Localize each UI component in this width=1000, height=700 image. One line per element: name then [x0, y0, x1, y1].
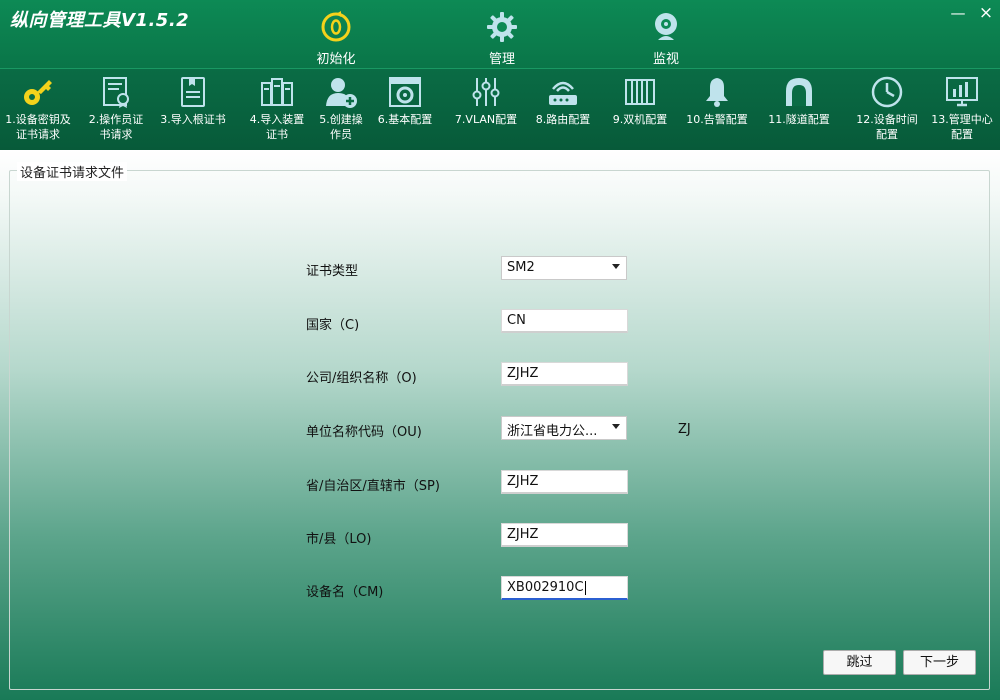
tool-label-line1: 4.导入装置 — [249, 113, 305, 126]
tool-label-line1: 13.管理中心 — [931, 113, 993, 126]
tool-label-line2: 作员 — [330, 128, 352, 141]
tool-vlan-config[interactable]: 7.VLAN配置 — [448, 75, 524, 127]
minimize-button[interactable]: — — [948, 4, 968, 22]
bell-icon — [700, 75, 734, 109]
key-icon — [21, 75, 55, 109]
tool-label-line1: 3.导入根证书 — [160, 113, 226, 126]
org-unit-value: 浙江省电力公... — [507, 424, 598, 439]
org-label: 公司/组织名称（O) — [306, 371, 417, 386]
province-label: 省/自治区/直辖市（SP) — [306, 479, 440, 494]
tool-label-line1: 7.VLAN配置 — [454, 113, 518, 126]
document-icon — [176, 75, 210, 109]
init-icon — [319, 10, 353, 44]
skip-button[interactable]: 跳过 — [823, 650, 896, 675]
tool-management-center-config[interactable]: 13.管理中心 配置 — [924, 75, 1000, 142]
next-button[interactable]: 下一步 — [903, 650, 976, 675]
mode-init-label: 初始化 — [316, 52, 356, 67]
cert-type-value: SM2 — [507, 260, 535, 275]
tool-label-line1: 11.隧道配置 — [768, 113, 830, 126]
chevron-down-icon — [612, 424, 620, 429]
certificate-icon — [99, 75, 133, 109]
text-cursor — [584, 580, 586, 595]
province-field[interactable]: ZJHZ — [501, 470, 628, 494]
tool-label-line2: 证书请求 — [16, 128, 60, 141]
tool-basic-config[interactable]: 6.基本配置 — [372, 75, 438, 127]
cert-type-select[interactable]: SM2 — [501, 256, 627, 280]
mode-manage-label: 管理 — [488, 52, 515, 67]
radiator-icon — [623, 75, 657, 109]
clock-icon — [870, 75, 904, 109]
org-unit-select[interactable]: 浙江省电力公... — [501, 416, 627, 440]
tool-label-line1: 5.创建操 — [319, 113, 363, 126]
tool-label-line1: 12.设备时间 — [856, 113, 918, 126]
device-name-value: XB002910C — [507, 580, 584, 595]
tool-import-root-cert[interactable]: 3.导入根证书 — [154, 75, 232, 127]
device-name-label: 设备名（CM) — [306, 585, 384, 600]
toolbar: 1.设备密钥及 证书请求 2.操作员证 书请求 3.导入根证书 4.导入装置 证… — [0, 68, 1000, 150]
city-label: 市/县（LO) — [306, 532, 372, 547]
group-title: 设备证书请求文件 — [17, 162, 128, 181]
tool-label-line1: 9.双机配置 — [612, 113, 668, 126]
tunnel-icon — [782, 75, 816, 109]
tool-label-line1: 2.操作员证 — [88, 113, 144, 126]
add-user-icon — [324, 75, 358, 109]
tool-label-line1: 6.基本配置 — [377, 113, 433, 126]
close-button[interactable]: × — [976, 4, 996, 22]
tool-device-time-config[interactable]: 12.设备时间 配置 — [842, 75, 932, 142]
tool-label-line1: 1.设备密钥及 — [5, 113, 71, 126]
org-unit-label: 单位名称代码（OU) — [306, 425, 422, 440]
server-icon — [260, 75, 294, 109]
tool-import-device-cert[interactable]: 4.导入装置 证书 — [238, 75, 316, 142]
city-field[interactable]: ZJHZ — [501, 523, 628, 547]
mode-manage[interactable]: 管理 — [457, 10, 547, 67]
tool-create-operator[interactable]: 5.创建操 作员 — [310, 75, 372, 142]
tool-label-line1: 8.路由配置 — [535, 113, 591, 126]
device-name-field[interactable]: XB002910C — [501, 576, 628, 600]
org-field[interactable]: ZJHZ — [501, 362, 628, 386]
country-label: 国家（C) — [306, 318, 360, 333]
monitor-chart-icon — [945, 75, 979, 109]
tool-tunnel-config[interactable]: 11.隧道配置 — [762, 75, 836, 127]
webcam-icon — [649, 10, 683, 44]
gear-icon — [485, 10, 519, 44]
title-bar: 纵向管理工具V1.5.2 — × 初始化 管理 监视 — [0, 0, 1000, 68]
sliders-icon — [469, 75, 503, 109]
mode-monitor[interactable]: 监视 — [621, 10, 711, 67]
content-area: 设备证书请求文件 证书类型 SM2 国家（C) CN 公司/组织名称（O) ZJ… — [0, 150, 1000, 700]
mode-monitor-label: 监视 — [652, 52, 679, 67]
tool-operator-cert-request[interactable]: 2.操作员证 书请求 — [81, 75, 151, 142]
cert-type-label: 证书类型 — [306, 264, 359, 279]
tool-alarm-config[interactable]: 10.告警配置 — [680, 75, 754, 127]
app-title: 纵向管理工具V1.5.2 — [10, 10, 190, 31]
tool-label-line2: 书请求 — [99, 128, 133, 141]
tool-label-line2: 证书 — [266, 128, 288, 141]
settings-window-icon — [388, 75, 422, 109]
tool-label-line2: 配置 — [876, 128, 898, 141]
chevron-down-icon — [612, 264, 620, 269]
org-unit-code: ZJ — [678, 422, 691, 437]
router-icon — [546, 75, 580, 109]
tool-label-line1: 10.告警配置 — [686, 113, 748, 126]
country-field[interactable]: CN — [501, 309, 628, 333]
tool-label-line2: 配置 — [951, 128, 973, 141]
mode-init[interactable]: 初始化 — [291, 10, 381, 67]
tool-device-key-cert-request[interactable]: 1.设备密钥及 证书请求 — [0, 75, 76, 142]
tool-route-config[interactable]: 8.路由配置 — [528, 75, 598, 127]
cert-request-group — [9, 170, 990, 690]
tool-dual-machine-config[interactable]: 9.双机配置 — [606, 75, 674, 127]
